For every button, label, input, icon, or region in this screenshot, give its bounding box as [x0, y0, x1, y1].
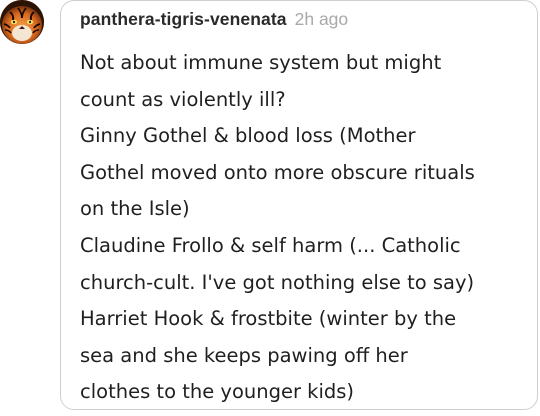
username-link[interactable]: panthera-tigris-venenata: [80, 9, 287, 30]
comment-line: Ginny Gothel & blood loss (Mother: [80, 124, 416, 148]
comment-timestamp: 2h ago: [294, 9, 349, 29]
comment-line: Not about immune system but might: [80, 51, 442, 74]
comment-bubble: panthera-tigris-venenata 2h ago Not abou…: [60, 0, 538, 410]
tiger-avatar-icon: [0, 0, 44, 44]
comment-line: Claudine Frollo & self harm (... Catholi…: [80, 233, 461, 257]
comment-line: sea and she keeps pawing off her: [80, 343, 408, 367]
comment-line: Gothel moved onto more obscure rituals: [80, 160, 475, 184]
comment-body: Not about immune system but might count …: [80, 45, 523, 411]
comment-line: Harriet Hook & frostbite (winter by the: [80, 307, 457, 331]
comment-line: clothes to the younger kids): [80, 380, 355, 404]
user-avatar[interactable]: [0, 0, 44, 44]
comment-line: count as violently ill?: [80, 87, 286, 111]
comment-thread: panthera-tigris-venenata 2h ago Not abou…: [0, 0, 540, 416]
comment-line: church-cult. I've got nothing else to sa…: [80, 270, 475, 294]
comment-header: panthera-tigris-venenata 2h ago: [80, 9, 523, 33]
comment-line: on the Isle): [80, 197, 190, 221]
